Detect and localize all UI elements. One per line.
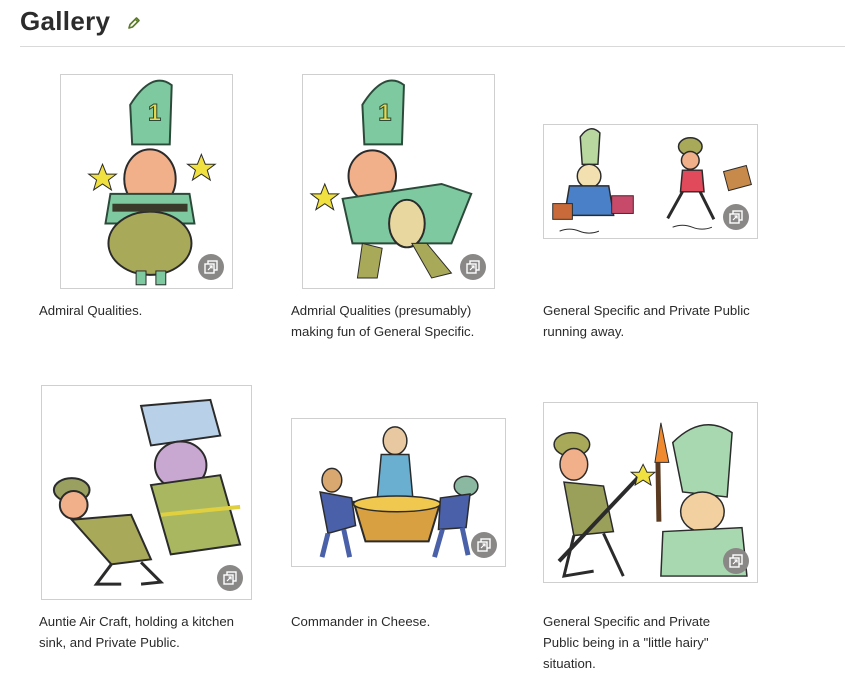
pencil-icon[interactable] <box>126 15 142 31</box>
gallery-caption: Admrial Qualities (presumably) making fu… <box>291 303 475 339</box>
gallery-caption: Admiral Qualities. <box>39 303 143 318</box>
page-title: Gallery <box>20 6 111 36</box>
expand-button[interactable] <box>198 254 224 280</box>
gallery-caption: General Specific and Private Public bein… <box>543 614 711 671</box>
expand-button[interactable] <box>723 204 749 230</box>
gallery-image-commander-in-cheese[interactable] <box>291 418 506 567</box>
gallery-caption: General Specific and Private Public runn… <box>543 303 750 339</box>
expand-button[interactable] <box>723 548 749 574</box>
gallery-image-running-away[interactable] <box>543 124 758 239</box>
expand-button[interactable] <box>460 254 486 280</box>
expand-icon <box>729 210 743 224</box>
expand-button[interactable] <box>471 532 497 558</box>
gallery-caption: Commander in Cheese. <box>291 614 431 629</box>
gallery-image-little-hairy-situation[interactable] <box>543 402 758 583</box>
expand-button[interactable] <box>217 565 243 591</box>
expand-icon <box>729 554 743 568</box>
gallery-image-admiral-qualities[interactable]: 1 <box>60 74 233 289</box>
svg-text:1: 1 <box>148 101 161 127</box>
gallery-image-auntie-air-craft[interactable] <box>41 385 252 600</box>
expand-icon <box>466 260 480 274</box>
gallery-caption: Auntie Air Craft, holding a kitchen sink… <box>39 614 234 650</box>
expand-icon <box>223 571 237 585</box>
expand-icon <box>204 260 218 274</box>
page-header: Gallery <box>20 4 845 47</box>
expand-icon <box>477 538 491 552</box>
cartoon-auntie-air-craft-illustration <box>52 398 242 586</box>
svg-text:1: 1 <box>378 100 391 127</box>
gallery-image-admiral-mocking[interactable]: 1 <box>302 74 495 289</box>
